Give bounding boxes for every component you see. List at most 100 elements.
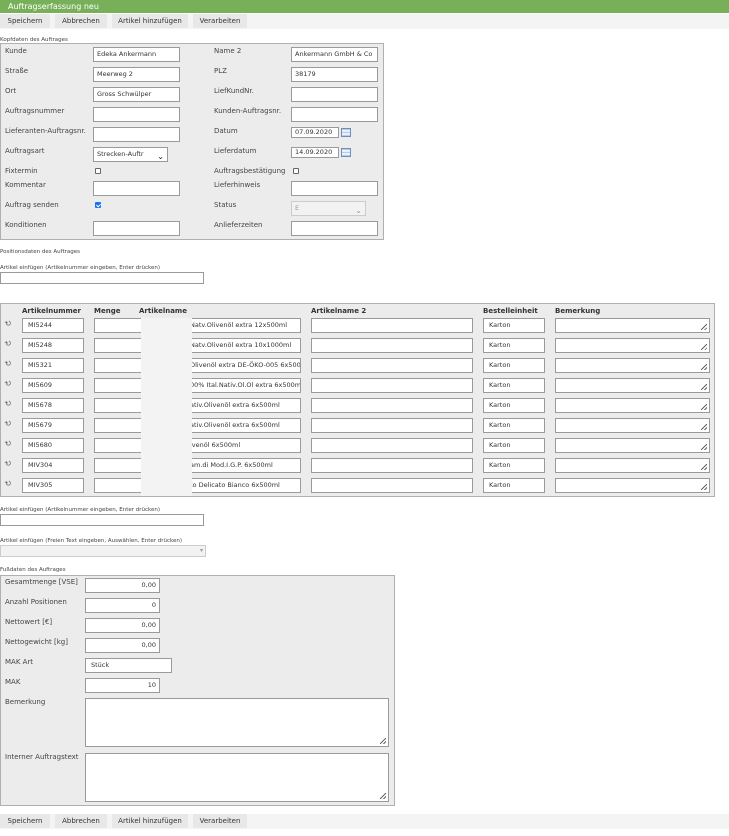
kommentar-input[interactable]: [93, 181, 180, 196]
bestelleinheit-input[interactable]: Karton: [483, 418, 545, 433]
artikelname2-input[interactable]: [311, 418, 473, 433]
label-anlieferzeiten: Anlieferzeiten: [214, 221, 263, 229]
menge-input[interactable]: [94, 338, 142, 353]
mak-input[interactable]: 10: [85, 678, 160, 693]
menge-input[interactable]: [94, 418, 142, 433]
makart-input[interactable]: Stück: [85, 658, 172, 673]
liefkund-input[interactable]: [291, 87, 378, 102]
bemerkung-textarea[interactable]: [555, 358, 710, 373]
lieferdatum-input[interactable]: 14.09.2020: [291, 147, 339, 158]
bestelleinheit-input[interactable]: Karton: [483, 478, 545, 493]
menge-input[interactable]: [94, 478, 142, 493]
artikelnummer-input[interactable]: MI5679: [22, 418, 84, 433]
article-insert-label-2: Artikel einfügen (Artikelnummer eingeben…: [0, 507, 161, 513]
article-insert-input[interactable]: [0, 272, 204, 284]
bestelleinheit-input[interactable]: Karton: [483, 398, 545, 413]
label-nettowert: Nettowert [€]: [5, 618, 53, 626]
menge-input[interactable]: [94, 358, 142, 373]
cancel-button[interactable]: Abbrechen: [55, 814, 107, 828]
menge-input[interactable]: [94, 378, 142, 393]
artikelname2-input[interactable]: [311, 458, 473, 473]
artikelnummer-input[interactable]: MI5678: [22, 398, 84, 413]
gesamtmenge-input[interactable]: 0,00: [85, 578, 160, 593]
bemerkung-textarea[interactable]: [85, 698, 389, 747]
anzahl-input[interactable]: 0: [85, 598, 160, 613]
article-freetext-combobox[interactable]: ▾: [0, 545, 206, 557]
save-button[interactable]: Speichern: [0, 14, 50, 28]
kundenauftrag-input[interactable]: [291, 107, 378, 122]
calendar-icon[interactable]: [341, 128, 351, 137]
artikelname2-input[interactable]: [311, 398, 473, 413]
bestelleinheit-input[interactable]: Karton: [483, 318, 545, 333]
auftragsart-select[interactable]: Strecken-Auftr ⌄: [93, 147, 168, 162]
bemerkung-textarea[interactable]: [555, 398, 710, 413]
ort-input[interactable]: Gross Schwülper: [93, 87, 180, 102]
label-kunde: Kunde: [5, 47, 27, 55]
artikelnummer-input[interactable]: MIV305: [22, 478, 84, 493]
bemerkung-textarea[interactable]: [555, 338, 710, 353]
artikelnummer-input[interactable]: MI5321: [22, 358, 84, 373]
artikelnummer-input[interactable]: MI5248: [22, 338, 84, 353]
bemerkung-textarea[interactable]: [555, 438, 710, 453]
label-mak: MAK: [5, 678, 21, 686]
menge-input[interactable]: [94, 458, 142, 473]
lieferantenauftrag-input[interactable]: [93, 127, 180, 142]
label-plz: PLZ: [214, 67, 227, 75]
datum-input[interactable]: 07.09.2020: [291, 127, 339, 138]
konditionen-input[interactable]: [93, 221, 180, 236]
auftragsbestaetigung-checkbox[interactable]: [293, 168, 299, 174]
col-menge: Menge: [94, 307, 121, 315]
label-strasse: Straße: [5, 67, 29, 75]
artikelname2-input[interactable]: [311, 478, 473, 493]
bestelleinheit-input[interactable]: Karton: [483, 378, 545, 393]
bemerkung-textarea[interactable]: [555, 378, 710, 393]
menge-input[interactable]: [94, 438, 142, 453]
process-button[interactable]: Verarbeiten: [193, 814, 247, 828]
strasse-input[interactable]: Meerweg 2: [93, 67, 180, 82]
foot-section-title: Fußdaten des Auftrages: [0, 567, 66, 573]
bemerkung-textarea[interactable]: [555, 458, 710, 473]
artikelname2-input[interactable]: [311, 378, 473, 393]
process-button[interactable]: Verarbeiten: [193, 14, 247, 28]
cancel-button[interactable]: Abbrechen: [55, 14, 107, 28]
fixtermin-checkbox[interactable]: [95, 168, 101, 174]
artikelname2-input[interactable]: [311, 318, 473, 333]
bestelleinheit-input[interactable]: Karton: [483, 338, 545, 353]
save-button[interactable]: Speichern: [0, 814, 50, 828]
artikelnummer-input[interactable]: MIV304: [22, 458, 84, 473]
name2-input[interactable]: Ankermann GmbH & Co: [291, 47, 378, 62]
anlieferzeiten-input[interactable]: [291, 221, 378, 236]
bemerkung-textarea[interactable]: [555, 478, 710, 493]
bemerkung-textarea[interactable]: [555, 318, 710, 333]
bestelleinheit-input[interactable]: Karton: [483, 438, 545, 453]
artikelnummer-input[interactable]: MI5680: [22, 438, 84, 453]
bemerkung-textarea[interactable]: [555, 418, 710, 433]
article-insert-input-2[interactable]: [0, 514, 204, 526]
status-select[interactable]: E ⌄: [291, 201, 366, 216]
auftragsnummer-input[interactable]: [93, 107, 180, 122]
bestelleinheit-input[interactable]: Karton: [483, 358, 545, 373]
lieferhinweis-input[interactable]: [291, 181, 378, 196]
menge-input[interactable]: [94, 318, 142, 333]
label-name2: Name 2: [214, 47, 242, 55]
calendar-icon[interactable]: [341, 148, 351, 157]
col-artikelname: Artikelname: [139, 307, 187, 315]
bestelleinheit-input[interactable]: Karton: [483, 458, 545, 473]
plz-input[interactable]: 38179: [291, 67, 378, 82]
artikelnummer-input[interactable]: MI5609: [22, 378, 84, 393]
artikelname2-input[interactable]: [311, 338, 473, 353]
status-value: E: [295, 204, 300, 212]
top-toolbar: Speichern Abbrechen Artikel hinzufügen V…: [0, 14, 729, 29]
artikelname2-input[interactable]: [311, 358, 473, 373]
nettogewicht-input[interactable]: 0,00: [85, 638, 160, 653]
menge-input[interactable]: [94, 398, 142, 413]
artikelname2-input[interactable]: [311, 438, 473, 453]
interner-auftragstext-textarea[interactable]: [85, 753, 389, 802]
add-article-button[interactable]: Artikel hinzufügen: [112, 814, 188, 828]
nettowert-input[interactable]: 0,00: [85, 618, 160, 633]
add-article-button[interactable]: Artikel hinzufügen: [112, 14, 188, 28]
label-auftragsart: Auftragsart: [5, 147, 45, 155]
auftragsenden-checkbox[interactable]: [95, 202, 101, 208]
artikelnummer-input[interactable]: MI5244: [22, 318, 84, 333]
kunde-input[interactable]: Edeka Ankermann: [93, 47, 180, 62]
